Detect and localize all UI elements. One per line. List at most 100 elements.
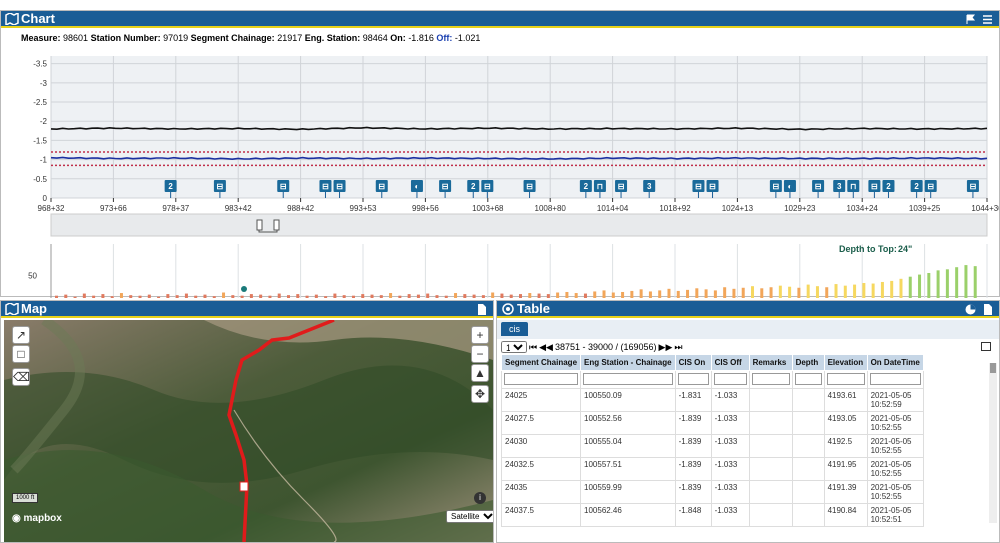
column-filter-input[interactable] [751,373,790,385]
table-row[interactable]: 24030 100555.04 -1.839 -1.033 4192.5 2021-05-… [500,434,924,458]
map-panel: Map ↗ □ ⌫ + − ▲ ✥ 1000 ft ◉ mapbox i Sat… [0,300,494,543]
table-cell: -1.848 [674,503,712,527]
marker-label: ⊟ [815,182,822,191]
marker-label: ⊟ [378,182,385,191]
table-tab-strip: cis [497,320,999,339]
column-filter-input[interactable] [677,373,709,385]
depth-cursor-dot [241,286,247,292]
column-filter-input[interactable] [713,373,747,385]
document-icon[interactable] [476,303,487,315]
x-tick-label: 988+42 [287,204,314,213]
menu-icon[interactable] [982,13,993,24]
column-filter-input[interactable] [583,373,673,385]
column-header[interactable]: CIS Off [710,354,750,371]
depth-bar [203,294,207,298]
depth-bar [351,295,355,298]
prev-page-icon[interactable]: ◀◀ [539,342,553,353]
column-header[interactable]: Segment Chainage [500,354,582,371]
table-cell [748,457,793,481]
table-row[interactable]: 24027.5 100552.56 -1.839 -1.033 4193.05 2021-… [500,411,924,435]
depth-bar [713,290,717,298]
range-handle-left[interactable] [256,219,263,231]
depth-bar [973,266,977,298]
map-icon [5,12,19,25]
range-navigator[interactable] [50,213,988,237]
marker-label: 2 [914,182,919,191]
depth-bar [797,287,801,298]
zoom-out-button[interactable]: − [471,345,489,363]
column-header[interactable]: Depth [791,354,825,371]
columns-icon[interactable] [981,342,991,351]
depth-bar [630,290,634,298]
depth-bar [222,292,226,298]
table-scrollbar[interactable] [989,363,997,523]
column-header[interactable]: Remarks [748,354,793,371]
depth-bar [500,293,504,298]
table-cell: -1.033 [710,503,750,527]
table-row[interactable]: 24037.5 100562.46 -1.848 -1.033 4190.84 2021-… [500,503,924,527]
x-tick-label: 1003+68 [472,204,504,213]
depth-bar [407,294,411,298]
last-page-icon[interactable]: ⏭ [674,342,682,353]
info-icon[interactable]: i [474,492,486,504]
column-header[interactable]: Eng Station - Chainage [580,354,676,371]
filter-cell [500,370,582,389]
page-size-select[interactable]: 156 [501,341,527,353]
y-tick-label: 0 [43,194,48,203]
satellite-map[interactable]: ↗ □ ⌫ + − ▲ ✥ 1000 ft ◉ mapbox i Satelli… [4,320,493,542]
depth-bar [435,295,439,298]
depth-bar [806,284,810,298]
depth-bar [667,288,671,298]
next-page-icon[interactable]: ▶▶ [659,342,673,353]
range-handle-right[interactable] [273,219,280,231]
filter-cell [674,370,712,389]
table-row[interactable]: 24032.5 100557.51 -1.839 -1.033 4191.95 2021-… [500,457,924,481]
marker-label: ⊟ [336,182,343,191]
cis-chart[interactable]: -3.5 -3 -2.5 -2 -1.5 -1 -0.5 0 968+32 973+66 978+… [1,46,999,298]
depth-bar [611,292,615,298]
depth-bar [853,284,857,298]
draw-box-icon[interactable]: □ [12,345,30,363]
table-cell: 4191.39 [823,480,868,504]
tab-cis[interactable]: cis [501,322,528,336]
marker-label: ◐ [415,182,420,191]
depth-bar [314,294,318,298]
column-filter-input[interactable] [826,373,865,385]
table-row[interactable]: 24035 100559.99 -1.839 -1.033 4191.39 2021-05… [500,480,924,504]
column-filter-input[interactable] [794,373,822,385]
table-cell: 4193.61 [823,388,868,412]
marker-label: ◐ [788,182,793,191]
y-tick-label: -3.5 [33,60,47,69]
document-icon[interactable] [982,303,993,315]
marker-label: ⊟ [618,182,625,191]
filter-cell [823,370,868,389]
layer-select[interactable]: Satellite [446,510,493,523]
table-row[interactable]: 24025 100550.09 -1.831 -1.033 4193.61 2021-05… [500,388,924,412]
depth-bar [704,289,708,298]
scrollbar-thumb[interactable] [990,363,996,373]
marker-label: ⊟ [217,182,224,191]
x-tick-label: 978+37 [162,204,189,213]
first-page-icon[interactable]: ⏮ [529,342,537,353]
flag-icon[interactable] [965,13,976,24]
pan-icon[interactable]: ✥ [471,385,489,403]
y-tick-label: -2 [40,117,48,126]
draw-line-icon[interactable]: ↗ [12,326,30,344]
column-header[interactable]: Elevation [823,354,868,371]
eraser-icon[interactable]: ⌫ [12,368,30,386]
depth-bar [890,280,894,298]
table-cell: -1.033 [710,411,750,435]
depth-bar [277,293,281,298]
compass-icon[interactable]: ▲ [471,364,489,382]
column-header[interactable]: On DateTime [866,354,924,371]
table-cell [748,480,793,504]
depth-bar [945,269,949,298]
marker-label: ⊟ [442,182,449,191]
column-filter-input[interactable] [869,373,921,385]
depth-bar [73,296,77,298]
pie-chart-icon[interactable] [965,303,976,315]
zoom-in-button[interactable]: + [471,326,489,344]
column-header[interactable]: CIS On [674,354,712,371]
table-cell [748,388,793,412]
column-filter-input[interactable] [504,373,579,385]
